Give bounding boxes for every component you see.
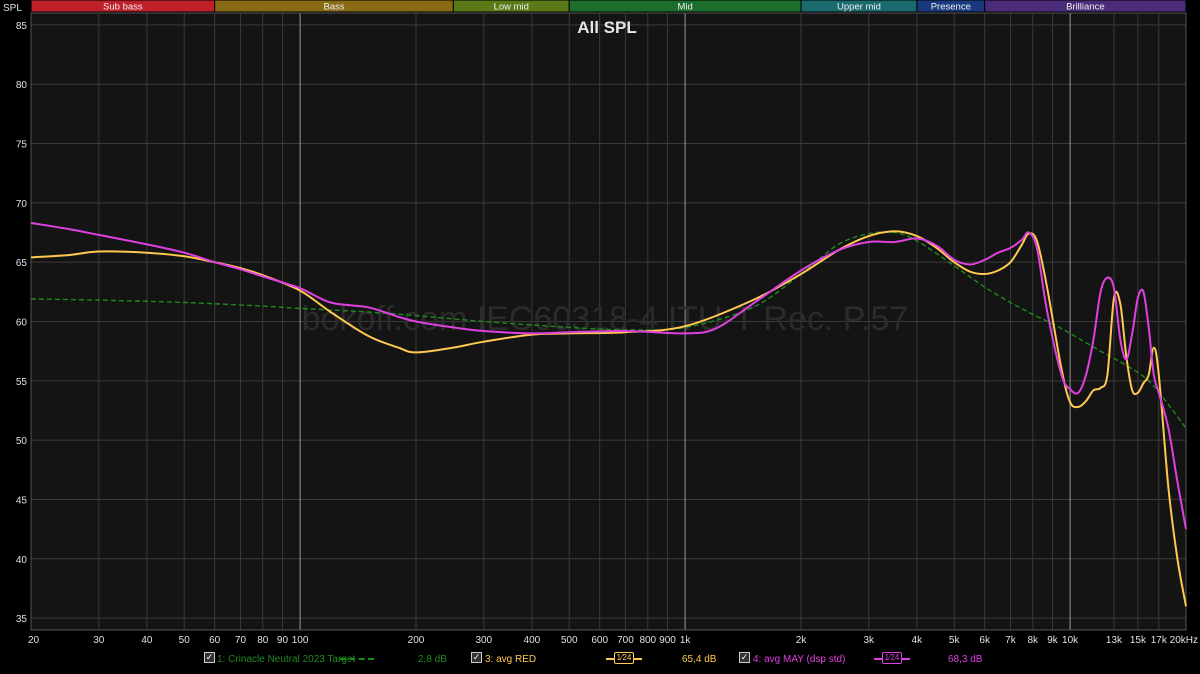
band-label: Bass [323,2,344,13]
band-label: Sub bass [103,2,143,13]
y-axis-label: SPL [3,3,22,14]
x-tick-label: 50 [179,635,191,646]
y-tick-label: 70 [16,199,28,210]
x-tick-label: 60 [209,635,221,646]
x-tick-label: 900 [659,635,676,646]
x-tick-label: 400 [524,635,541,646]
legend-checkbox[interactable]: ✓ [739,652,750,663]
x-tick-label: 2k [796,635,808,646]
band-label: Presence [931,2,971,13]
x-tick-label: 8k [1028,635,1040,646]
x-tick-label: 5k [949,635,961,646]
y-tick-label: 35 [16,614,28,625]
x-tick-label: 30 [93,635,105,646]
x-tick-label: 80 [257,635,269,646]
legend-value: 65,4 dB [682,654,717,665]
legend-label: 3: avg RED [485,654,537,665]
x-tick-label: 700 [617,635,634,646]
legend-value: 2,8 dB [418,654,447,665]
legend-label: 1: Crinacle Neutral 2023 Target [217,654,356,665]
x-tick-label: 100 [292,635,309,646]
y-tick-label: 50 [16,436,28,447]
legend: ✓ 1: Crinacle Neutral 2023 Target 2,8 dB ✓ 3… [0,650,1200,669]
x-tick-label: 1k [680,635,692,646]
x-tick-label: 3k [864,635,876,646]
x-tick-label: 20 [28,635,40,646]
x-tick-label: 90 [277,635,289,646]
legend-checkbox[interactable]: ✓ [471,652,482,663]
x-tick-label: 10k [1062,635,1079,646]
y-tick-label: 45 [16,495,28,506]
frequency-bands: Sub bass Bass Low mid Mid Upper mid Presence B… [30,0,1187,13]
x-tick-label: 500 [561,635,578,646]
legend-value: 68,3 dB [948,654,983,665]
legend-checkbox[interactable]: ✓ [204,652,215,663]
x-tick-label: 200 [408,635,425,646]
y-tick-label: 80 [16,80,28,91]
y-tick-label: 65 [16,258,28,269]
smoothing-badge[interactable]: 1⁄24 [882,652,902,664]
legend-line-swatch [340,658,374,660]
x-tick-label: 6k [979,635,991,646]
chart-svg: Sub bass Bass Low mid Mid Upper mid Presence B… [0,0,1200,669]
y-tick-label: 60 [16,318,28,329]
x-tick-label: 13k [1106,635,1123,646]
x-tick-label: 300 [475,635,492,646]
y-tick-label: 85 [16,21,28,32]
x-tick-label: 4k [912,635,924,646]
band-label: Upper mid [837,2,881,13]
x-tick-label: 70 [235,635,247,646]
x-tick-label: 17k [1151,635,1168,646]
band-label: Brilliance [1066,2,1105,13]
x-tick-label: 800 [639,635,656,646]
x-tick-label: 20kHz [1170,635,1198,646]
x-tick-label: 9k [1047,635,1059,646]
x-tick-label: 600 [591,635,608,646]
y-tick-label: 55 [16,377,28,388]
spl-chart: Sub bass Bass Low mid Mid Upper mid Presence B… [0,0,1200,669]
y-tick-label: 40 [16,555,28,566]
smoothing-badge[interactable]: 1⁄24 [614,652,634,664]
band-label: Low mid [494,2,529,13]
legend-label: 4: avg MAY (dsp std) [753,654,846,665]
x-tick-label: 40 [141,635,153,646]
band-label: Mid [677,2,692,13]
x-tick-label: 7k [1005,635,1017,646]
y-tick-label: 75 [16,140,28,151]
chart-title: All SPL [577,18,637,37]
x-tick-label: 15k [1130,635,1147,646]
